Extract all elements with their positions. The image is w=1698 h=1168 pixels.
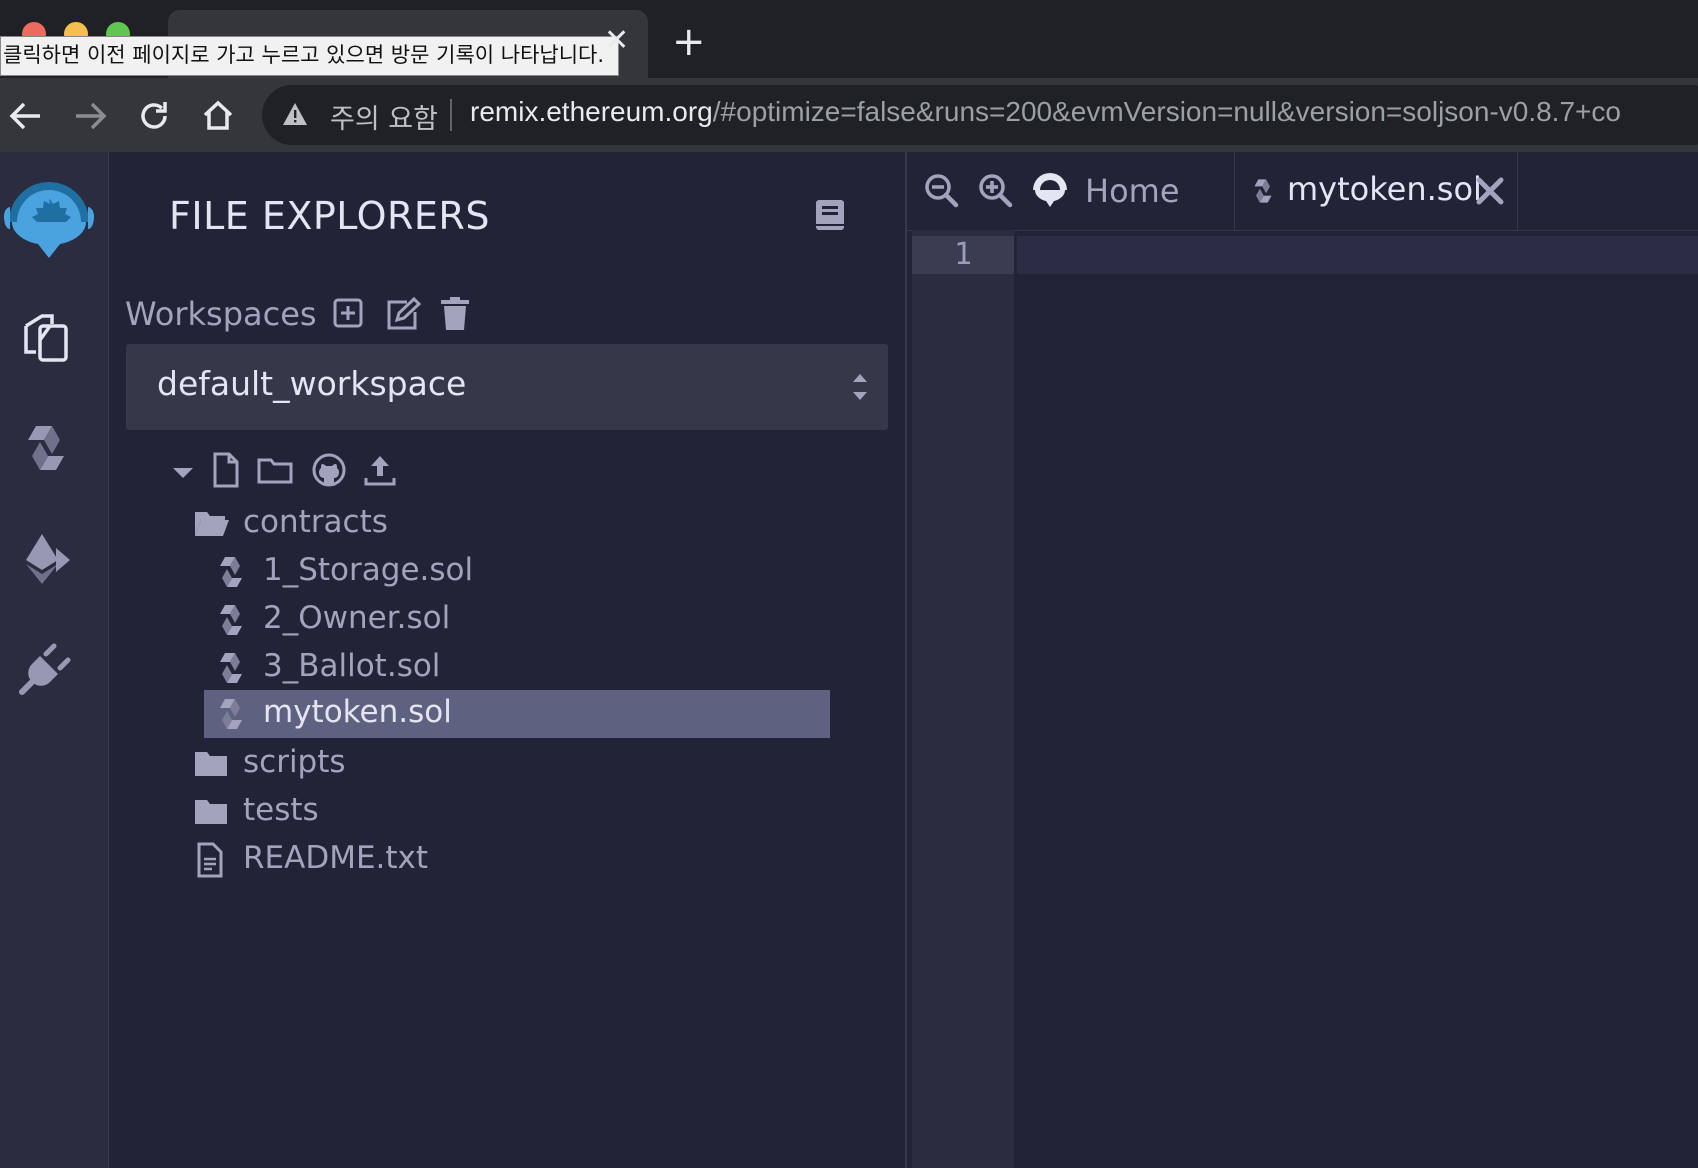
arrow-right-icon [76,102,107,130]
solidity-file-icon [1254,179,1272,203]
tree-item-label: contracts [243,504,388,540]
tab-home-label: Home [1085,172,1180,210]
file-explorer-panel: FILE EXPLORERS Workspaces default_worksp… [109,152,907,1168]
folder-open-icon [195,512,229,536]
edit-icon [387,296,422,330]
zoom-in-button[interactable] [977,172,1013,208]
editor-area: Home mytoken.sol 1 [907,152,1698,1168]
solidity-file-icon [220,557,242,587]
tree-item-label: 3_Ballot.sol [263,648,441,684]
tree-item-label: README.txt [243,840,429,876]
home-icon [203,100,233,130]
tree-item-label: scripts [243,744,346,780]
solidity-file-icon [220,605,242,635]
panel-title: FILE EXPLORERS [169,194,490,238]
plugin-manager-icon[interactable] [18,640,74,696]
tree-folder-scripts[interactable]: scripts [193,742,693,788]
upload-file-button[interactable] [363,452,399,488]
publish-to-gist-button[interactable] [311,452,347,488]
editor-tab-bar: Home mytoken.sol [907,152,1698,231]
home-button[interactable] [198,96,238,136]
select-arrows-icon [853,374,867,400]
folder-icon [257,458,293,484]
plus-square-icon [333,298,363,328]
tree-file-1-storage[interactable]: 1_Storage.sol [213,550,693,596]
icon-panel [0,152,109,1168]
zoom-out-button[interactable] [923,172,959,208]
remix-home-icon [1033,173,1067,207]
solidity-file-icon [220,653,242,683]
tab-mytoken-label: mytoken.sol [1287,170,1482,208]
current-line-highlight[interactable] [1017,236,1698,274]
workspace-select[interactable]: default_workspace [126,344,888,430]
create-workspace-button[interactable] [331,296,367,332]
trash-icon [441,297,469,330]
folder-icon [195,752,227,776]
reload-icon [141,102,167,129]
forward-button[interactable] [70,96,110,136]
zoom-out-icon [925,174,959,208]
upload-icon [364,456,396,486]
zoom-in-icon [979,174,1013,208]
arrow-left-icon [9,102,40,130]
collapse-caret-icon[interactable] [171,454,207,490]
workspace-select-value: default_workspace [157,364,467,403]
deploy-run-icon[interactable] [18,530,74,586]
warning-icon [283,103,307,125]
line-number-gutter: 1 [912,230,1014,1168]
url-host: remix.ethereum.org [470,96,713,127]
browser-toolbar: 주의 요함 remix.ethereum.org/#optimize=false… [0,78,1698,153]
file-explorer-icon[interactable] [18,310,74,366]
url-path: /#optimize=false&runs=200&evmVersion=nul… [712,96,1621,127]
tree-folder-tests[interactable]: tests [193,790,693,836]
close-tab-button[interactable]: ✕ [604,26,629,56]
new-tab-button[interactable]: + [672,22,706,62]
solidity-compiler-icon[interactable] [18,420,74,476]
back-button[interactable] [6,96,46,136]
github-icon [312,453,346,487]
tree-item-label: tests [243,792,319,828]
back-button-tooltip: 클릭하면 이전 페이지로 가고 누르고 있으면 방문 기록이 나타납니다. [0,36,620,76]
new-file-button[interactable] [211,452,247,488]
line-number: 1 [912,236,1014,274]
security-status[interactable]: 주의 요함 [330,97,438,136]
close-icon[interactable] [1475,176,1505,206]
tree-file-readme[interactable]: README.txt [193,838,693,884]
tree-file-2-owner[interactable]: 2_Owner.sol [213,598,693,644]
tree-item-label: mytoken.sol [263,694,452,730]
tree-file-3-ballot[interactable]: 3_Ballot.sol [213,646,693,692]
url-text[interactable]: remix.ethereum.org/#optimize=false&runs=… [470,96,1621,128]
workspaces-label: Workspaces [125,295,317,333]
folder-icon [195,800,227,824]
tree-folder-contracts[interactable]: contracts [193,502,693,548]
delete-workspace-button[interactable] [439,296,475,332]
tree-file-mytoken-selected[interactable]: mytoken.sol [204,690,830,738]
tree-item-label: 2_Owner.sol [263,600,451,636]
text-file-icon [197,842,223,878]
tab-mytoken[interactable]: mytoken.sol [1234,152,1518,230]
documentation-book-icon[interactable] [814,198,846,232]
tree-item-label: 1_Storage.sol [263,552,474,588]
address-bar[interactable]: 주의 요함 remix.ethereum.org/#optimize=false… [262,85,1698,145]
browser-tab-strip: 클릭하면 이전 페이지로 가고 누르고 있으면 방문 기록이 나타납니다. ✕ … [0,0,1698,80]
remix-logo-icon[interactable] [0,176,98,262]
file-icon [213,452,239,488]
solidity-file-icon [220,699,242,729]
rename-workspace-button[interactable] [383,296,422,332]
reload-button[interactable] [134,96,174,136]
new-folder-button[interactable] [257,452,293,488]
address-divider [450,99,452,131]
